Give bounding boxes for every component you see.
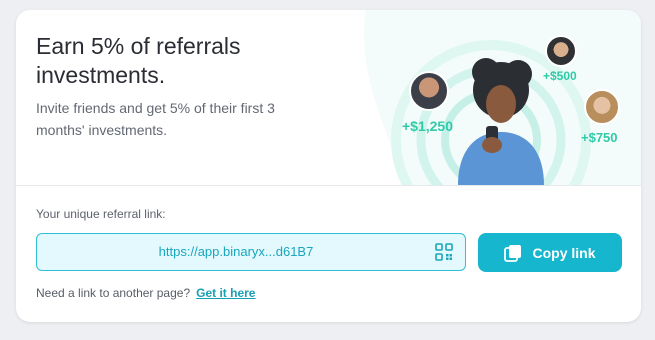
referral-amount: +$750 [581,130,618,145]
another-page-text: Need a link to another page? [36,286,191,300]
referral-link-field[interactable]: https://app.binaryx...d61B7 [36,233,466,271]
section-divider [16,185,641,186]
qr-code-icon[interactable] [435,243,453,261]
referral-link-value[interactable]: https://app.binaryx...d61B7 [37,244,435,259]
copy-icon [504,244,522,262]
get-it-here-link[interactable]: Get it here [196,286,255,300]
page-title: Earn 5% of referrals investments. [36,32,336,90]
title-line-1: Earn 5% of referrals [36,33,241,59]
title-line-2: investments. [36,62,166,88]
avatar [409,71,449,111]
referral-header: Earn 5% of referrals investments. Invite… [16,10,641,240]
subtitle-line-1: Invite friends and get 5% of their first… [36,100,275,116]
referral-amount: +$500 [543,69,577,83]
copy-link-label: Copy link [532,244,596,261]
avatar [584,89,620,125]
qr-code-icon-graphic [435,243,453,261]
subtitle-line-2: months' investments. [36,122,168,138]
another-page-prompt: Need a link to another page? Get it here [36,286,255,300]
referral-card: Earn 5% of referrals investments. Invite… [16,10,641,322]
copy-link-button[interactable]: Copy link [478,233,622,272]
subtitle: Invite friends and get 5% of their first… [36,97,326,141]
avatar [545,35,577,67]
referral-amount: +$1,250 [402,118,453,134]
referral-illustration: +$1,250 +$500 +$750 [346,10,641,240]
referral-link-label: Your unique referral link: [36,207,166,221]
